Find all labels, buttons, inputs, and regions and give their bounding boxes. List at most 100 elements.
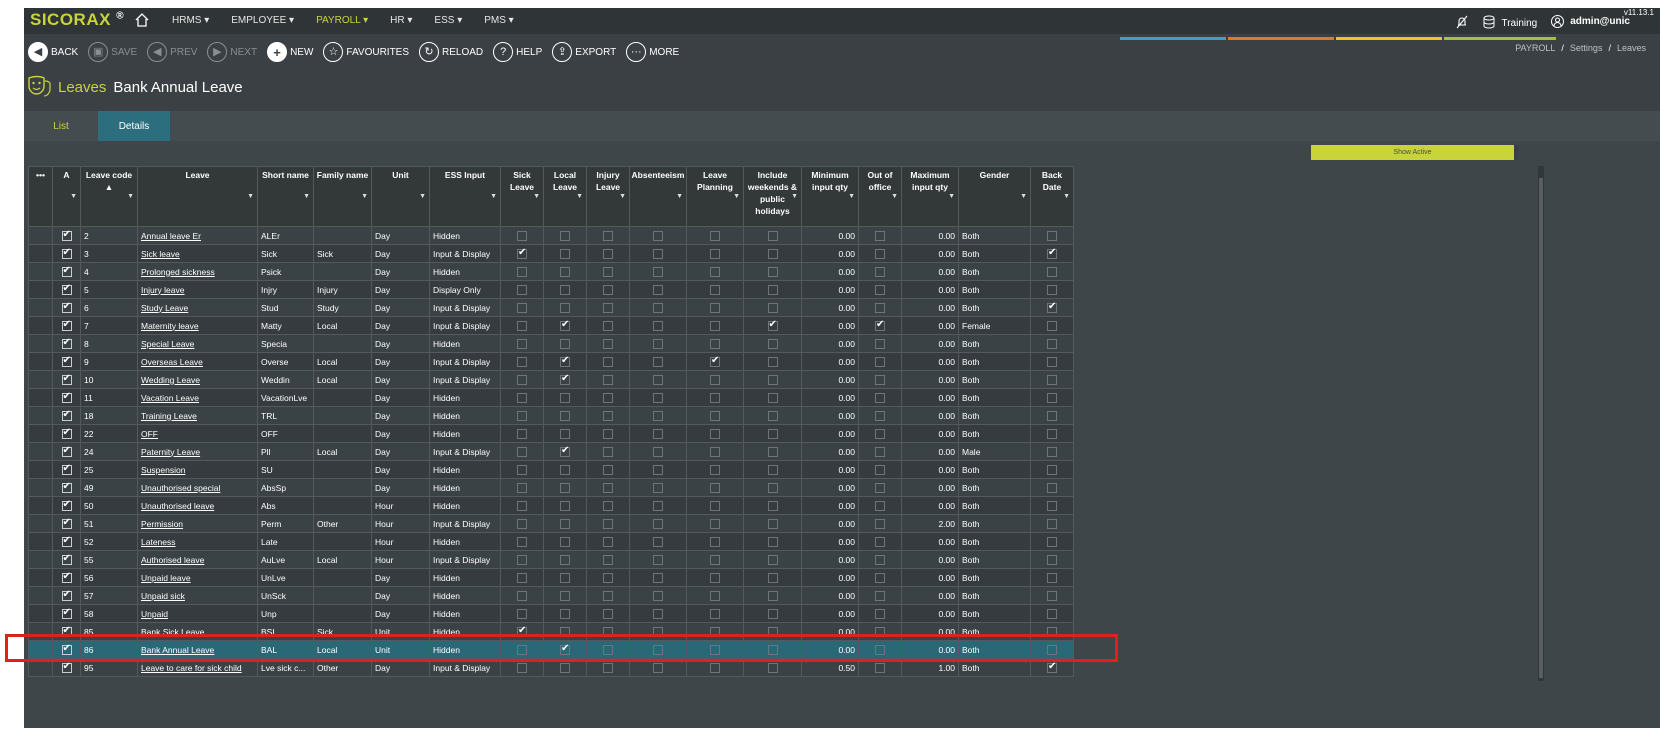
leave-link[interactable]: Prolonged sickness xyxy=(141,267,215,277)
leave-link[interactable]: Special Leave xyxy=(141,339,194,349)
absenteeism-checkbox[interactable] xyxy=(653,320,663,331)
include-weekends-checkbox[interactable] xyxy=(767,338,778,349)
back-date-checkbox[interactable] xyxy=(1047,230,1057,241)
filter-icon[interactable]: ▼ xyxy=(733,191,740,203)
absenteeism-checkbox[interactable] xyxy=(653,590,663,601)
active-checkbox[interactable] xyxy=(61,301,72,313)
leave-link[interactable]: OFF xyxy=(141,429,158,439)
out-of-office-checkbox[interactable] xyxy=(875,356,885,367)
column-header[interactable]: Absenteeism ▼ xyxy=(629,166,687,227)
filter-icon[interactable]: ▼ xyxy=(303,191,310,203)
out-of-office-checkbox[interactable] xyxy=(875,302,885,313)
column-header[interactable]: Unit ▼ xyxy=(371,166,430,227)
leave-planning-checkbox[interactable] xyxy=(710,464,720,475)
injury-leave-checkbox[interactable] xyxy=(603,284,613,295)
nav-item-payroll[interactable]: PAYROLL ▾ xyxy=(316,15,368,26)
active-checkbox[interactable] xyxy=(61,481,72,493)
include-weekends-checkbox[interactable] xyxy=(767,572,778,583)
injury-leave-checkbox[interactable] xyxy=(603,464,613,475)
include-weekends-checkbox[interactable] xyxy=(767,230,778,241)
injury-leave-checkbox[interactable] xyxy=(603,338,613,349)
row-menu-cell[interactable] xyxy=(28,370,53,389)
active-checkbox[interactable] xyxy=(61,337,72,349)
active-checkbox[interactable] xyxy=(61,607,72,619)
back-date-checkbox[interactable] xyxy=(1047,446,1057,457)
absenteeism-checkbox[interactable] xyxy=(653,536,663,547)
leave-planning-checkbox[interactable] xyxy=(710,536,720,547)
sick-leave-checkbox[interactable] xyxy=(517,500,527,511)
back-date-checkbox[interactable] xyxy=(1047,284,1057,295)
sick-leave-checkbox[interactable] xyxy=(517,374,527,385)
row-menu-cell[interactable] xyxy=(28,388,53,407)
include-weekends-checkbox[interactable] xyxy=(767,662,778,673)
sick-leave-checkbox[interactable] xyxy=(517,662,527,673)
table-row[interactable]: 3Sick leaveSickSickDayInput & Display0.0… xyxy=(28,244,1074,263)
column-header[interactable]: ••• xyxy=(28,166,53,227)
out-of-office-checkbox[interactable] xyxy=(875,446,885,457)
active-checkbox[interactable] xyxy=(61,283,72,295)
active-checkbox[interactable] xyxy=(61,373,72,385)
include-weekends-checkbox[interactable] xyxy=(767,536,778,547)
leave-planning-checkbox[interactable] xyxy=(710,554,720,565)
injury-leave-checkbox[interactable] xyxy=(603,320,613,331)
leave-name-cell[interactable]: OFF xyxy=(137,424,258,443)
column-header[interactable]: Leave Planning ▼ xyxy=(686,166,744,227)
back-date-checkbox[interactable] xyxy=(1047,320,1057,331)
tab-details[interactable]: Details xyxy=(98,111,170,141)
leave-planning-checkbox[interactable] xyxy=(710,572,720,583)
include-weekends-checkbox[interactable] xyxy=(767,392,778,403)
local-leave-checkbox[interactable] xyxy=(560,518,570,529)
leave-planning-checkbox[interactable] xyxy=(710,446,720,457)
leave-link[interactable]: Suspension xyxy=(141,465,185,475)
leave-link[interactable]: Unpaid xyxy=(141,609,168,619)
local-leave-checkbox[interactable] xyxy=(560,482,570,493)
sick-leave-checkbox[interactable] xyxy=(517,247,527,259)
table-row[interactable]: 25SuspensionSUDayHidden0.000.00Both xyxy=(28,460,1074,479)
table-row[interactable]: 49Unauthorised special AbsSp DayHidden 0.00… xyxy=(28,478,1074,497)
sick-leave-checkbox[interactable] xyxy=(517,338,527,349)
active-checkbox[interactable] xyxy=(61,535,72,547)
breadcrumb-settings[interactable]: Settings xyxy=(1570,43,1603,53)
filter-icon[interactable]: ▼ xyxy=(361,191,368,203)
row-menu-cell[interactable] xyxy=(28,442,53,461)
active-checkbox[interactable] xyxy=(61,445,72,457)
back-date-checkbox[interactable] xyxy=(1047,428,1057,439)
absenteeism-checkbox[interactable] xyxy=(653,356,663,367)
sick-leave-checkbox[interactable] xyxy=(517,266,527,277)
local-leave-checkbox[interactable] xyxy=(560,355,570,367)
out-of-office-checkbox[interactable] xyxy=(875,482,885,493)
injury-leave-checkbox[interactable] xyxy=(603,554,613,565)
nav-item-employee[interactable]: EMPLOYEE ▾ xyxy=(231,15,294,26)
row-menu-cell[interactable] xyxy=(28,316,53,335)
filter-icon[interactable]: ▼ xyxy=(127,191,134,203)
row-menu-cell[interactable] xyxy=(28,334,53,353)
table-row[interactable]: 18Training LeaveTRLDayHidden0.000.00Both xyxy=(28,406,1074,425)
local-leave-checkbox[interactable] xyxy=(560,464,570,475)
include-weekends-checkbox[interactable] xyxy=(767,319,778,331)
local-leave-checkbox[interactable] xyxy=(560,500,570,511)
injury-leave-checkbox[interactable] xyxy=(603,266,613,277)
nav-item-ess[interactable]: ESS ▾ xyxy=(434,15,462,26)
column-header[interactable]: Minimum input qty ▼ xyxy=(801,166,859,227)
leave-name-cell[interactable]: Wedding Leave xyxy=(137,370,258,389)
column-header[interactable]: Short name ▼ xyxy=(257,166,314,227)
new-button[interactable]: + NEW xyxy=(267,42,313,62)
leave-planning-checkbox[interactable] xyxy=(710,248,720,259)
filter-icon[interactable]: ▼ xyxy=(247,191,254,203)
absenteeism-checkbox[interactable] xyxy=(653,464,663,475)
leave-link[interactable]: Maternity leave xyxy=(141,321,199,331)
absenteeism-checkbox[interactable] xyxy=(653,230,663,241)
column-header[interactable]: Local Leave ▼ xyxy=(543,166,587,227)
leave-planning-checkbox[interactable] xyxy=(710,500,720,511)
notifications-off-icon[interactable] xyxy=(1455,15,1469,29)
leave-planning-checkbox[interactable] xyxy=(710,302,720,313)
active-checkbox[interactable] xyxy=(61,409,72,421)
sick-leave-checkbox[interactable] xyxy=(517,536,527,547)
include-weekends-checkbox[interactable] xyxy=(767,482,778,493)
leave-link[interactable]: Study Leave xyxy=(141,303,188,313)
absenteeism-checkbox[interactable] xyxy=(653,266,663,277)
filter-icon[interactable]: ▼ xyxy=(791,191,798,203)
active-checkbox[interactable] xyxy=(61,427,72,439)
active-checkbox[interactable] xyxy=(61,319,72,331)
out-of-office-checkbox[interactable] xyxy=(875,662,885,673)
